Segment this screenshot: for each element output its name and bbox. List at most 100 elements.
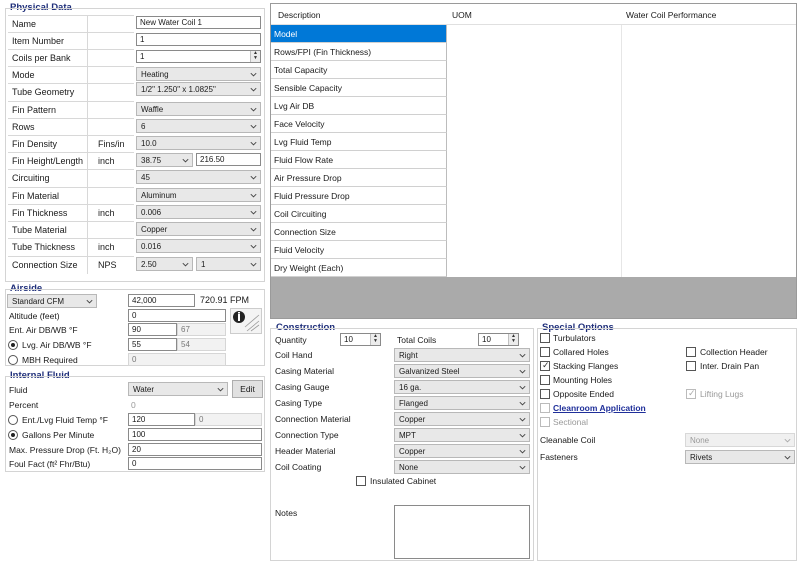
lvg-air-db-input[interactable]: 55 bbox=[128, 338, 177, 351]
physical-row-label: Fin Height/Length bbox=[8, 153, 88, 169]
fin-length-input[interactable]: 216.50 bbox=[196, 153, 261, 166]
table-row[interactable]: Coil Circuiting bbox=[271, 205, 447, 223]
fluid-dropdown[interactable]: Water bbox=[128, 382, 228, 396]
physical-row-unit bbox=[88, 84, 134, 101]
cleanable-coil-dropdown: None bbox=[685, 433, 795, 447]
notes-textarea[interactable] bbox=[394, 505, 530, 559]
table-row[interactable]: Lvg Air DB bbox=[271, 97, 447, 115]
total-coils-stepper[interactable]: 10 ▲ ▼ bbox=[478, 333, 519, 346]
construction-field-label: Coil Hand bbox=[275, 350, 313, 360]
ent-air-db-input[interactable]: 90 bbox=[128, 323, 177, 336]
cfm-mode-dropdown[interactable]: Standard CFM bbox=[7, 294, 97, 308]
fasteners-dropdown[interactable]: Rivets bbox=[685, 450, 795, 464]
physical-value-dropdown[interactable]: Copper bbox=[136, 222, 261, 236]
lifting-lugs-checkbox: ✓ bbox=[686, 388, 696, 399]
sectional-checkbox bbox=[540, 417, 550, 427]
cfm-input[interactable]: 42,000 bbox=[128, 294, 195, 307]
gpm-input[interactable]: 100 bbox=[128, 428, 262, 441]
lvg-air-radio[interactable] bbox=[8, 340, 18, 350]
physical-row-unit: NPS bbox=[98, 260, 117, 270]
special-option-checkbox[interactable] bbox=[686, 347, 696, 357]
physical-row-label: Circuiting bbox=[8, 170, 88, 187]
physical-row-unit: inch bbox=[98, 156, 115, 166]
column-header-description[interactable]: Description bbox=[278, 10, 321, 20]
tube-geometry-dropdown[interactable]: 1/2" 1.250" x 1.0825" bbox=[136, 82, 261, 96]
construction-field-dropdown[interactable]: None bbox=[394, 460, 530, 474]
physical-value-dropdown[interactable]: 0.006 bbox=[136, 205, 261, 219]
physical-value-dropdown[interactable]: Aluminum bbox=[136, 188, 261, 202]
table-row[interactable]: Connection Size bbox=[271, 223, 447, 241]
construction-field-dropdown[interactable]: Copper bbox=[394, 444, 530, 458]
special-option-checkbox[interactable] bbox=[540, 389, 550, 399]
edit-fluid-button[interactable]: Edit bbox=[232, 380, 263, 398]
construction-field-dropdown[interactable]: Galvanized Steel bbox=[394, 364, 530, 378]
physical-value-dropdown[interactable]: 10.0 bbox=[136, 136, 261, 150]
special-option-label: Mounting Holes bbox=[553, 375, 613, 385]
construction-field-dropdown[interactable]: 16 ga. bbox=[394, 380, 530, 394]
altitude-input[interactable]: 0 bbox=[128, 309, 226, 322]
table-row[interactable]: Dry Weight (Each) bbox=[271, 259, 447, 277]
special-option-label: Turbulators bbox=[553, 333, 596, 343]
special-option-checkbox[interactable] bbox=[540, 375, 550, 385]
chevron-down-icon bbox=[250, 72, 257, 77]
table-row[interactable]: Rows/FPI (Fin Thickness) bbox=[271, 43, 447, 61]
table-row[interactable]: Air Pressure Drop bbox=[271, 169, 447, 187]
physical-value-input[interactable]: 1 bbox=[136, 33, 261, 46]
table-row[interactable]: Face Velocity bbox=[271, 115, 447, 133]
physical-value-dropdown[interactable]: 0.016 bbox=[136, 239, 261, 253]
physical-value-dropdown[interactable]: 38.75 bbox=[136, 153, 193, 167]
percent-value: 0 bbox=[131, 400, 136, 410]
physical-row-label: Fin Thickness bbox=[8, 205, 88, 221]
physical-value-dropdown[interactable]: 6 bbox=[136, 119, 261, 133]
stepper-arrows-icon[interactable]: ▲ ▼ bbox=[250, 51, 260, 62]
physical-row: Tube Material bbox=[8, 221, 134, 238]
fluid-temp-radio[interactable] bbox=[8, 415, 18, 425]
coils-per-bank-stepper[interactable]: 1 ▲ ▼ bbox=[136, 50, 261, 63]
connection-qty-dropdown[interactable]: 1 bbox=[196, 257, 261, 271]
column-header-performance[interactable]: Water Coil Performance bbox=[626, 10, 716, 20]
gpm-radio[interactable] bbox=[8, 430, 18, 440]
cleanroom-application-link[interactable]: Cleanroom Application bbox=[553, 403, 646, 413]
table-row[interactable]: Lvg Fluid Temp bbox=[271, 133, 447, 151]
physical-value-input[interactable]: New Water Coil 1 bbox=[136, 16, 261, 29]
special-option-label: Stacking Flanges bbox=[553, 361, 619, 371]
cleanroom-checkbox[interactable] bbox=[540, 403, 550, 413]
special-option-checkbox[interactable] bbox=[540, 333, 550, 343]
ent-fluid-temp-input[interactable]: 120 bbox=[128, 413, 195, 426]
physical-row: Item Number bbox=[8, 32, 134, 49]
fpm-readout: 720.91 FPM bbox=[200, 295, 250, 305]
insulated-cabinet-label: Insulated Cabinet bbox=[370, 476, 437, 486]
construction-field-label: Casing Material bbox=[275, 366, 335, 376]
construction-field-dropdown[interactable]: Right bbox=[394, 348, 530, 362]
physical-value-dropdown[interactable]: Heating bbox=[136, 67, 261, 81]
insulated-cabinet-checkbox[interactable] bbox=[356, 476, 366, 486]
foul-factor-input[interactable]: 0 bbox=[128, 457, 262, 470]
table-row[interactable]: Fluid Velocity bbox=[271, 241, 447, 259]
table-row[interactable]: Model bbox=[271, 25, 447, 43]
construction-field-dropdown[interactable]: Flanged bbox=[394, 396, 530, 410]
stepper-arrows-icon[interactable]: ▲ ▼ bbox=[508, 334, 518, 345]
physical-row: Rows bbox=[8, 118, 134, 135]
table-row[interactable]: Sensible Capacity bbox=[271, 79, 447, 97]
physical-value-dropdown[interactable]: 2.50 bbox=[136, 257, 193, 271]
table-row[interactable]: Fluid Flow Rate bbox=[271, 151, 447, 169]
column-header-uom[interactable]: UOM bbox=[452, 10, 472, 20]
physical-row-unit bbox=[88, 170, 134, 187]
altitude-info-icon[interactable] bbox=[230, 308, 262, 334]
special-option-checkbox[interactable]: ✓ bbox=[540, 360, 550, 371]
physical-value-dropdown[interactable]: 45 bbox=[136, 170, 261, 184]
special-option-checkbox[interactable] bbox=[540, 347, 550, 357]
pressure-drop-input[interactable]: 20 bbox=[128, 443, 262, 456]
table-row[interactable]: Total Capacity bbox=[271, 61, 447, 79]
physical-value-dropdown[interactable]: Waffle bbox=[136, 102, 261, 116]
stepper-arrows-icon[interactable]: ▲ ▼ bbox=[370, 334, 380, 345]
special-option-checkbox[interactable] bbox=[686, 361, 696, 371]
chevron-down-icon bbox=[519, 353, 526, 358]
table-row[interactable]: Fluid Pressure Drop bbox=[271, 187, 447, 205]
quantity-stepper[interactable]: 10 ▲ ▼ bbox=[340, 333, 381, 346]
pressure-drop-label: Max. Pressure Drop (Ft. H₂O) bbox=[9, 445, 121, 455]
construction-field-dropdown[interactable]: MPT bbox=[394, 428, 530, 442]
special-option-label: Collection Header bbox=[700, 347, 768, 357]
mbh-radio[interactable] bbox=[8, 355, 18, 365]
construction-field-dropdown[interactable]: Copper bbox=[394, 412, 530, 426]
